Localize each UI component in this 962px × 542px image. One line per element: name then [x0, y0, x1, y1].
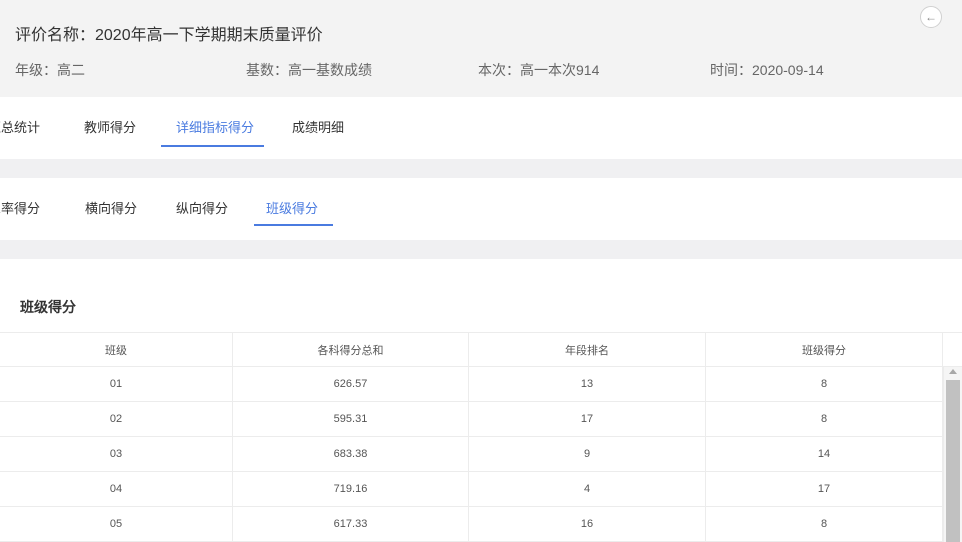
tab-summary-statistics[interactable]: 汇总统计 [0, 97, 40, 159]
cell-class: 01 [0, 367, 233, 401]
cell-grade-rank: 4 [469, 472, 706, 506]
current-info: 本次：高一本次914 [478, 62, 600, 78]
active-subtab-indicator [254, 224, 333, 226]
cell-grade-rank: 13 [469, 367, 706, 401]
section-divider [0, 240, 962, 259]
cell-class: 04 [0, 472, 233, 506]
back-button[interactable]: ← [920, 6, 942, 28]
cell-class: 03 [0, 437, 233, 471]
section-title: 班级得分 [20, 299, 76, 315]
scroll-thumb[interactable] [946, 380, 960, 542]
column-header-class-score: 班级得分 [706, 333, 943, 366]
section-divider [0, 159, 962, 178]
time-info: 时间：2020-09-14 [710, 62, 824, 78]
table-row: 04 719.16 4 17 [0, 472, 943, 507]
cell-class-score: 8 [706, 367, 943, 401]
tab-three-rate-score[interactable]: 三率得分 [0, 178, 40, 240]
tab-score-details[interactable]: 成绩明细 [292, 97, 344, 159]
table-header-row: 班级 各科得分总和 年段排名 班级得分 [0, 332, 943, 367]
cell-grade-rank: 17 [469, 402, 706, 436]
cell-class: 02 [0, 402, 233, 436]
column-header-total-score: 各科得分总和 [233, 333, 469, 366]
scroll-up-arrow-icon[interactable] [949, 369, 957, 374]
table-row: 01 626.57 13 8 [0, 367, 943, 402]
cell-class-score: 17 [706, 472, 943, 506]
table-row: 03 683.38 9 14 [0, 437, 943, 472]
column-header-class: 班级 [0, 333, 233, 366]
grade-info: 年级：高二 [15, 62, 85, 78]
cell-total-score: 683.38 [233, 437, 469, 471]
cell-grade-rank: 9 [469, 437, 706, 471]
cell-total-score: 719.16 [233, 472, 469, 506]
cell-total-score: 617.33 [233, 507, 469, 541]
cell-class-score: 8 [706, 507, 943, 541]
base-info: 基数：高一基数成绩 [246, 62, 372, 78]
cell-class: 05 [0, 507, 233, 541]
active-tab-indicator [161, 145, 264, 147]
cell-grade-rank: 16 [469, 507, 706, 541]
main-tab-bar: 汇总统计 教师得分 详细指标得分 成绩明细 [0, 97, 962, 159]
cell-class-score: 8 [706, 402, 943, 436]
tab-teacher-score[interactable]: 教师得分 [84, 97, 136, 159]
tab-horizontal-score[interactable]: 横向得分 [85, 178, 137, 240]
column-header-grade-rank: 年段排名 [469, 333, 706, 366]
cell-total-score: 595.31 [233, 402, 469, 436]
table-row: 05 617.33 16 8 [0, 507, 943, 542]
evaluation-title: 评价名称：2020年高一下学期期末质量评价 [15, 27, 323, 44]
tab-detailed-indicator-score[interactable]: 详细指标得分 [176, 97, 254, 159]
cell-class-score: 14 [706, 437, 943, 471]
table-scrollbar[interactable] [943, 367, 962, 542]
tab-class-score[interactable]: 班级得分 [266, 178, 318, 240]
table-row: 02 595.31 17 8 [0, 402, 943, 437]
evaluation-header: 评价名称：2020年高一下学期期末质量评价 年级：高二 基数：高一基数成绩 本次… [0, 0, 962, 97]
sub-tab-bar: 三率得分 横向得分 纵向得分 班级得分 [0, 178, 962, 240]
cell-total-score: 626.57 [233, 367, 469, 401]
tab-vertical-score[interactable]: 纵向得分 [176, 178, 228, 240]
header-scroll-gap [943, 332, 962, 367]
arrow-left-icon: ← [925, 10, 937, 24]
